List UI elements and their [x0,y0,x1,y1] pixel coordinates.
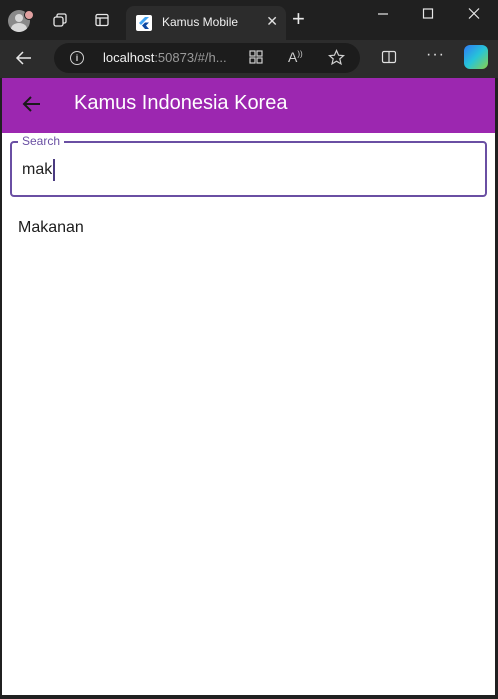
plus-icon[interactable]: + [292,8,305,30]
app-bar: Kamus Indonesia Korea [2,78,495,133]
close-window-icon[interactable] [468,4,480,27]
minimize-icon[interactable] [377,4,389,27]
close-icon[interactable]: ✕ [266,13,278,30]
back-arrow-icon[interactable] [14,48,34,73]
text-cursor [53,159,55,181]
read-aloud-icon[interactable]: A)) [288,49,303,65]
copilot-icon[interactable] [464,45,488,69]
address-url[interactable]: localhost:50873/#/h... [103,50,227,65]
browser-tab-bar: Kamus Mobile ✕ + [0,0,498,40]
more-icon[interactable]: ··· [426,46,445,64]
search-label: Search [18,134,65,148]
apps-icon[interactable] [248,49,264,68]
tab-title: Kamus Mobile [162,15,239,29]
tab-actions-icon[interactable] [90,8,114,32]
maximize-icon[interactable] [422,4,434,27]
workspaces-icon[interactable] [48,8,72,32]
window-bottom-border [0,695,498,699]
app-window: Kamus Indonesia Korea Search mak Makanan [2,78,495,695]
address-bar[interactable]: i localhost:50873/#/h... A)) [54,43,360,73]
browser-toolbar: i localhost:50873/#/h... A)) ··· [0,40,498,78]
page-title: Kamus Indonesia Korea [74,92,288,114]
site-info-icon[interactable]: i [70,51,84,65]
favorite-star-icon[interactable] [327,49,346,69]
search-input[interactable] [10,141,487,197]
profile-status-dot [24,10,34,20]
search-field-value[interactable]: mak [22,159,55,181]
back-arrow-icon[interactable] [20,92,44,116]
list-item[interactable]: Makanan [18,219,84,237]
split-screen-icon[interactable] [381,49,397,69]
flutter-favicon-icon [136,15,152,31]
browser-tab[interactable]: Kamus Mobile ✕ [126,6,286,40]
